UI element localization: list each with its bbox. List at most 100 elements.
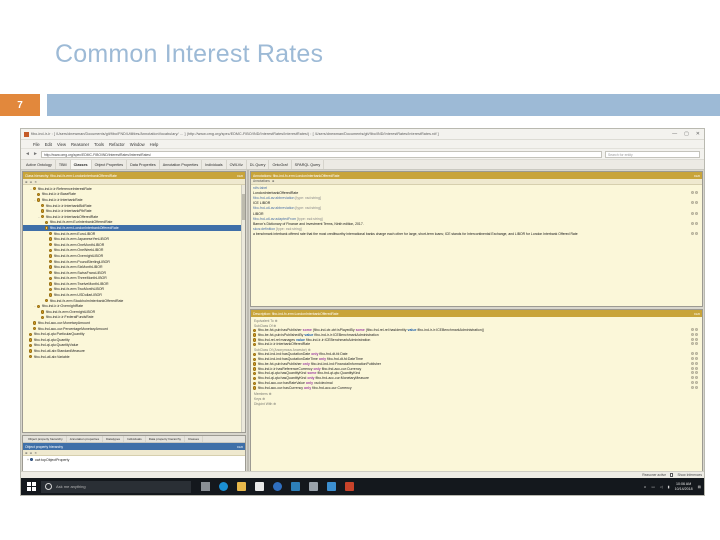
tab-sparql-query[interactable]: SPARQL Query xyxy=(292,160,325,169)
add-axiom-icon[interactable]: ⊕ xyxy=(272,402,276,406)
delete-axiom-icon[interactable] xyxy=(695,342,698,346)
tab-object-properties[interactable]: Object Properties xyxy=(92,160,128,169)
axiom-row[interactable]: fibo-fnd-acc-cur:hasCurrency only fibo-f… xyxy=(253,385,700,391)
edit-axiom-icon[interactable] xyxy=(691,366,694,370)
delete-axiom-icon[interactable] xyxy=(695,332,698,336)
tab-active-ontology[interactable]: Active Ontology xyxy=(23,160,56,169)
maximize-icon[interactable]: ▢ xyxy=(684,131,689,137)
notepad-icon[interactable] xyxy=(309,482,318,491)
op-tab-data-property-hierarchy[interactable]: Data property hierarchy xyxy=(146,436,186,442)
volume-icon[interactable]: ◁ xyxy=(660,485,663,489)
tray-chevron-icon[interactable]: ∧ xyxy=(644,485,647,489)
delete-axiom-icon[interactable] xyxy=(695,337,698,341)
description-header-buttons[interactable]: DEB xyxy=(694,312,700,316)
tab-data-properties[interactable]: Data Properties xyxy=(127,160,160,169)
chrome-icon[interactable] xyxy=(273,482,282,491)
powerpoint-icon[interactable] xyxy=(345,482,354,491)
edit-axiom-icon[interactable] xyxy=(691,380,694,384)
edit-annotation-icon[interactable] xyxy=(691,190,694,194)
notifications-icon[interactable]: ▤ xyxy=(698,485,701,489)
add-axiom-icon[interactable]: ⊕ xyxy=(261,397,265,401)
op-tab-classes[interactable]: Classes xyxy=(185,436,204,442)
menu-item-tools[interactable]: Tools xyxy=(94,142,104,147)
menu-item-window[interactable]: Window xyxy=(130,142,145,147)
axiom-row[interactable]: fibo-ind-ir-ir:InterbankOfferedRate xyxy=(253,342,700,347)
annotations-list[interactable]: rdfs:label LondonInterbankOfferedRate fibo… xyxy=(251,184,702,306)
search-input[interactable]: Search for entity xyxy=(605,150,700,158)
tab-individuals[interactable]: Individuals xyxy=(202,160,227,169)
edit-annotation-icon[interactable] xyxy=(691,211,694,215)
add-axiom-icon[interactable]: ⊕ xyxy=(274,319,278,323)
tab-dl-query[interactable]: DL Query xyxy=(247,160,270,169)
edge-icon[interactable] xyxy=(219,482,228,491)
tab-annotation-properties[interactable]: Annotation Properties xyxy=(160,160,203,169)
add-sibling-property-icon[interactable]: ⊖ xyxy=(30,451,33,455)
delete-annotation-icon[interactable] xyxy=(695,190,698,194)
delete-axiom-icon[interactable] xyxy=(695,328,698,331)
edit-axiom-icon[interactable] xyxy=(691,337,694,341)
edit-axiom-icon[interactable] xyxy=(691,352,694,356)
delete-annotation-icon[interactable] xyxy=(695,231,698,235)
edit-axiom-icon[interactable] xyxy=(691,342,694,346)
store-icon[interactable] xyxy=(255,482,264,491)
add-annotation-icon[interactable]: ⊕ xyxy=(272,179,275,183)
add-axiom-icon[interactable]: ⊕ xyxy=(268,392,272,396)
add-subclass-icon[interactable]: ⊕ xyxy=(25,180,28,184)
tree-item[interactable]: fibo-fnd-utl-alx:Variable xyxy=(23,354,245,360)
delete-axiom-icon[interactable] xyxy=(695,385,698,389)
forward-icon[interactable]: ► xyxy=(33,151,38,157)
edit-annotation-icon[interactable] xyxy=(691,201,694,205)
edit-axiom-icon[interactable] xyxy=(691,376,694,380)
delete-annotation-icon[interactable] xyxy=(695,222,698,226)
delete-axiom-icon[interactable] xyxy=(695,352,698,356)
edit-axiom-icon[interactable] xyxy=(691,361,694,365)
network-icon[interactable]: ▭ xyxy=(651,485,654,489)
battery-icon[interactable]: ▮ xyxy=(668,485,670,489)
delete-class-icon[interactable]: ✕ xyxy=(34,180,37,184)
edit-axiom-icon[interactable] xyxy=(691,332,694,336)
add-property-icon[interactable]: ⊕ xyxy=(25,451,28,455)
tab-ontograf[interactable]: OntoGraf xyxy=(269,160,292,169)
class-tree[interactable]: - fibo-ind-ir-ir:ReferenceInterestRate fib… xyxy=(23,185,245,432)
menu-item-edit[interactable]: Edit xyxy=(45,142,52,147)
edit-axiom-icon[interactable] xyxy=(691,356,694,360)
delete-property-icon[interactable]: ✕ xyxy=(34,451,37,455)
menu-item-view[interactable]: View xyxy=(57,142,66,147)
taskbar-clock[interactable]: 10:06 AM 10/14/2018 xyxy=(675,482,693,491)
op-tab-object-property-hierarchy[interactable]: Object property hierarchy xyxy=(25,436,67,442)
ontology-iri-input[interactable]: http://www.omg.org/spec/EDMC-FIBO/IND/In… xyxy=(40,150,602,158)
delete-axiom-icon[interactable] xyxy=(695,380,698,384)
edit-axiom-icon[interactable] xyxy=(691,371,694,375)
mail-icon[interactable] xyxy=(327,482,336,491)
tree-item[interactable]: + owl:topObjectProperty xyxy=(23,457,245,463)
file-explorer-icon[interactable] xyxy=(237,482,246,491)
annotations-header-buttons[interactable]: DEB xyxy=(694,174,700,178)
protege-icon[interactable] xyxy=(291,482,300,491)
tab-owlviz[interactable]: OWLViz xyxy=(227,160,247,169)
add-sibling-icon[interactable]: ⊖ xyxy=(30,180,33,184)
tab-tbm[interactable]: TBM xyxy=(56,160,71,169)
delete-axiom-icon[interactable] xyxy=(695,376,698,380)
menu-item-reasoner[interactable]: Reasoner xyxy=(71,142,89,147)
edit-annotation-icon[interactable] xyxy=(691,222,694,226)
close-icon[interactable]: ✕ xyxy=(696,131,700,137)
class-tree-scrollbar[interactable] xyxy=(241,185,245,432)
panel-header-buttons[interactable]: DEB xyxy=(237,174,243,178)
delete-axiom-icon[interactable] xyxy=(695,356,698,360)
delete-axiom-icon[interactable] xyxy=(695,371,698,375)
delete-annotation-icon[interactable] xyxy=(695,201,698,205)
edit-annotation-icon[interactable] xyxy=(691,231,694,235)
op-tab-annotation-properties[interactable]: Annotation properties xyxy=(67,436,104,442)
menu-item-file[interactable]: File xyxy=(33,142,40,147)
edit-axiom-icon[interactable] xyxy=(691,385,694,389)
op-tab-datatypes[interactable]: Datatypes xyxy=(103,436,125,442)
taskbar-search[interactable]: Ask me anything xyxy=(41,480,191,493)
menu-item-help[interactable]: Help xyxy=(150,142,159,147)
show-inferences-checkbox[interactable] xyxy=(670,473,674,477)
delete-axiom-icon[interactable] xyxy=(695,361,698,365)
tab-classes[interactable]: Classes xyxy=(70,160,92,169)
delete-axiom-icon[interactable] xyxy=(695,366,698,370)
annotation-value[interactable]: a benchmark interbank offered rate that … xyxy=(253,232,700,237)
delete-annotation-icon[interactable] xyxy=(695,211,698,215)
back-icon[interactable]: ◄ xyxy=(25,151,30,157)
